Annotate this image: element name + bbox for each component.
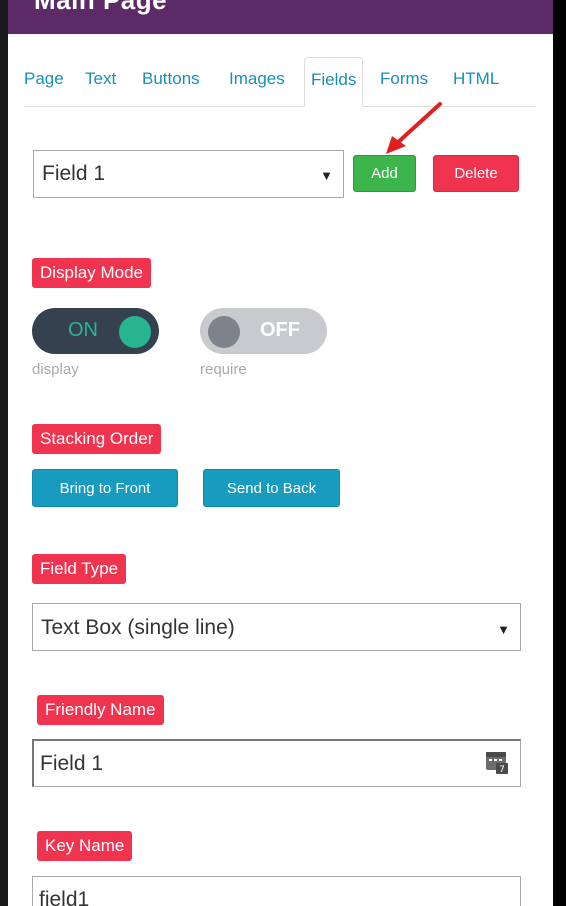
tab-page[interactable]: Page — [24, 69, 64, 89]
key-name-value: field1 — [39, 888, 90, 906]
friendly-name-label: Friendly Name — [37, 695, 164, 725]
panel-header: Main Page — [8, 0, 553, 34]
stacking-order-label: Stacking Order — [32, 424, 162, 454]
chevron-down-icon: ▼ — [497, 622, 510, 637]
require-toggle[interactable]: OFF — [200, 308, 327, 354]
field-type-value: Text Box (single line) — [41, 616, 235, 639]
tab-buttons[interactable]: Buttons — [142, 69, 200, 89]
chevron-down-icon: ▼ — [320, 168, 333, 183]
bring-to-front-button[interactable]: Bring to Front — [32, 469, 178, 507]
tab-forms[interactable]: Forms — [380, 69, 428, 89]
display-caption: display — [32, 361, 79, 378]
editor-panel: Main Page Page Text Buttons Images Field… — [0, 0, 553, 906]
toggle-knob — [208, 316, 240, 348]
require-caption: require — [200, 361, 247, 378]
tab-text[interactable]: Text — [85, 69, 116, 89]
panel-title: Main Page — [34, 0, 168, 15]
field-type-label: Field Type — [32, 554, 127, 584]
display-toggle-state: ON — [68, 319, 98, 341]
friendly-name-value: Field 1 — [40, 752, 104, 775]
field-select-value: Field 1 — [42, 162, 106, 185]
key-name-input[interactable]: field1 — [32, 876, 521, 906]
send-to-back-button[interactable]: Send to Back — [203, 469, 340, 507]
display-mode-label: Display Mode — [32, 258, 151, 288]
friendly-name-input[interactable]: Field 1 7 — [32, 739, 521, 787]
toggle-knob — [119, 316, 151, 348]
red-arrow-icon — [386, 102, 442, 154]
tab-html[interactable]: HTML — [453, 69, 499, 89]
svg-text:7: 7 — [499, 765, 505, 774]
field-select[interactable]: Field 1 ▼ — [33, 150, 344, 198]
calendar-icon[interactable]: 7 — [486, 750, 508, 774]
field-type-select[interactable]: Text Box (single line) ▼ — [32, 603, 521, 651]
require-toggle-state: OFF — [260, 319, 300, 341]
display-toggle[interactable]: ON — [32, 308, 159, 354]
tab-fields[interactable]: Fields — [304, 57, 364, 107]
key-name-label: Key Name — [37, 831, 133, 861]
tab-images[interactable]: Images — [229, 69, 285, 89]
